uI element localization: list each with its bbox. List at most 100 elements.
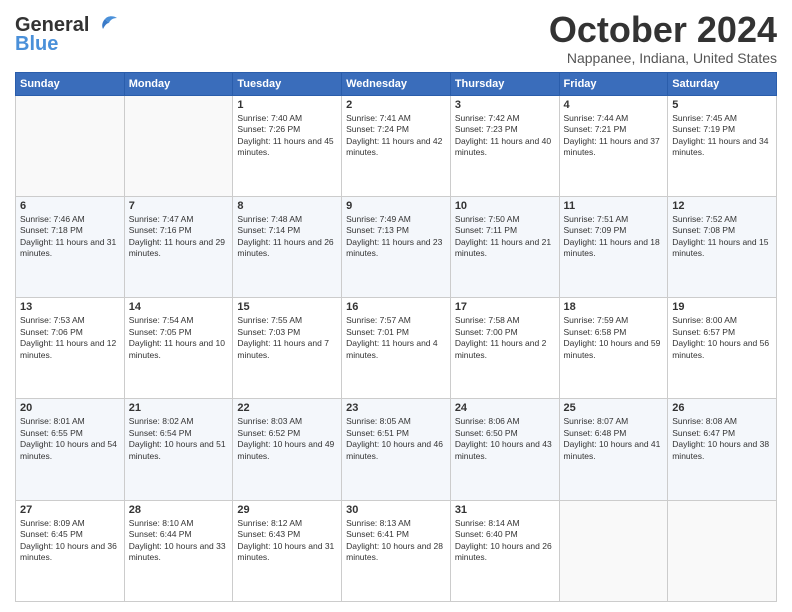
calendar-cell: 4 Sunrise: 7:44 AM Sunset: 7:21 PM Daylig… xyxy=(559,95,668,196)
day-number: 10 xyxy=(455,200,555,212)
calendar-cell: 5 Sunrise: 7:45 AM Sunset: 7:19 PM Daylig… xyxy=(668,95,777,196)
day-info: Sunrise: 7:57 AM Sunset: 7:01 PM Dayligh… xyxy=(346,315,446,361)
location: Nappanee, Indiana, United States xyxy=(549,50,777,66)
col-header-saturday: Saturday xyxy=(668,72,777,95)
day-number: 27 xyxy=(20,504,120,516)
day-info: Sunrise: 7:48 AM Sunset: 7:14 PM Dayligh… xyxy=(237,214,337,260)
day-info: Sunrise: 8:05 AM Sunset: 6:51 PM Dayligh… xyxy=(346,416,446,462)
calendar-cell: 25Sunrise: 8:07 AM Sunset: 6:48 PM Dayli… xyxy=(559,399,668,500)
day-number: 3 xyxy=(455,99,555,111)
col-header-tuesday: Tuesday xyxy=(233,72,342,95)
calendar-cell xyxy=(124,95,233,196)
day-number: 23 xyxy=(346,402,446,414)
day-number: 28 xyxy=(129,504,229,516)
day-number: 9 xyxy=(346,200,446,212)
logo-bird-icon xyxy=(91,15,119,37)
day-info: Sunrise: 7:52 AM Sunset: 7:08 PM Dayligh… xyxy=(672,214,772,260)
calendar-cell xyxy=(668,500,777,601)
calendar-week-1: 1 Sunrise: 7:40 AM Sunset: 7:26 PM Daylig… xyxy=(16,95,777,196)
logo-blue: Blue xyxy=(15,33,58,56)
day-number: 17 xyxy=(455,301,555,313)
day-info: Sunrise: 8:13 AM Sunset: 6:41 PM Dayligh… xyxy=(346,518,446,564)
calendar-cell: 14Sunrise: 7:54 AM Sunset: 7:05 PM Dayli… xyxy=(124,298,233,399)
title-section: October 2024 Nappanee, Indiana, United S… xyxy=(549,10,777,66)
calendar-cell: 20 Sunrise: 8:01 AM Sunset: 6:55 PM Dayli… xyxy=(16,399,125,500)
calendar-cell: 6Sunrise: 7:46 AM Sunset: 7:18 PM Daylig… xyxy=(16,196,125,297)
calendar-cell: 18Sunrise: 7:59 AM Sunset: 6:58 PM Dayli… xyxy=(559,298,668,399)
calendar-cell xyxy=(16,95,125,196)
day-number: 31 xyxy=(455,504,555,516)
day-info: Sunrise: 7:58 AM Sunset: 7:00 PM Dayligh… xyxy=(455,315,555,361)
day-info: Sunrise: 7:47 AM Sunset: 7:16 PM Dayligh… xyxy=(129,214,229,260)
day-info: Sunrise: 8:01 AM Sunset: 6:55 PM Dayligh… xyxy=(20,416,120,462)
day-info: Sunrise: 8:14 AM Sunset: 6:40 PM Dayligh… xyxy=(455,518,555,564)
calendar-cell: 3 Sunrise: 7:42 AM Sunset: 7:23 PM Daylig… xyxy=(450,95,559,196)
day-number: 11 xyxy=(564,200,664,212)
day-number: 22 xyxy=(237,402,337,414)
day-info: Sunrise: 7:53 AM Sunset: 7:06 PM Dayligh… xyxy=(20,315,120,361)
calendar-cell: 8 Sunrise: 7:48 AM Sunset: 7:14 PM Daylig… xyxy=(233,196,342,297)
day-number: 7 xyxy=(129,200,229,212)
calendar-week-5: 27Sunrise: 8:09 AM Sunset: 6:45 PM Dayli… xyxy=(16,500,777,601)
day-number: 25 xyxy=(564,402,664,414)
day-info: Sunrise: 7:55 AM Sunset: 7:03 PM Dayligh… xyxy=(237,315,337,361)
day-number: 15 xyxy=(237,301,337,313)
calendar-cell: 19 Sunrise: 8:00 AM Sunset: 6:57 PM Dayli… xyxy=(668,298,777,399)
day-info: Sunrise: 8:06 AM Sunset: 6:50 PM Dayligh… xyxy=(455,416,555,462)
day-number: 5 xyxy=(672,99,772,111)
day-number: 1 xyxy=(237,99,337,111)
calendar-table: SundayMondayTuesdayWednesdayThursdayFrid… xyxy=(15,72,777,602)
day-info: Sunrise: 8:12 AM Sunset: 6:43 PM Dayligh… xyxy=(237,518,337,564)
col-header-friday: Friday xyxy=(559,72,668,95)
page: General Blue October 2024 Nappanee, Indi… xyxy=(0,0,792,612)
calendar-week-2: 6Sunrise: 7:46 AM Sunset: 7:18 PM Daylig… xyxy=(16,196,777,297)
day-number: 19 xyxy=(672,301,772,313)
calendar-cell: 29 Sunrise: 8:12 AM Sunset: 6:43 PM Dayli… xyxy=(233,500,342,601)
calendar-cell: 22Sunrise: 8:03 AM Sunset: 6:52 PM Dayli… xyxy=(233,399,342,500)
day-number: 21 xyxy=(129,402,229,414)
day-info: Sunrise: 8:02 AM Sunset: 6:54 PM Dayligh… xyxy=(129,416,229,462)
day-number: 16 xyxy=(346,301,446,313)
calendar-cell: 2Sunrise: 7:41 AM Sunset: 7:24 PM Daylig… xyxy=(342,95,451,196)
calendar-cell: 9 Sunrise: 7:49 AM Sunset: 7:13 PM Daylig… xyxy=(342,196,451,297)
day-info: Sunrise: 7:41 AM Sunset: 7:24 PM Dayligh… xyxy=(346,113,446,159)
logo: General Blue xyxy=(15,14,119,56)
calendar-week-4: 20 Sunrise: 8:01 AM Sunset: 6:55 PM Dayli… xyxy=(16,399,777,500)
day-info: Sunrise: 8:10 AM Sunset: 6:44 PM Dayligh… xyxy=(129,518,229,564)
col-header-thursday: Thursday xyxy=(450,72,559,95)
day-info: Sunrise: 8:08 AM Sunset: 6:47 PM Dayligh… xyxy=(672,416,772,462)
day-info: Sunrise: 7:46 AM Sunset: 7:18 PM Dayligh… xyxy=(20,214,120,260)
day-info: Sunrise: 7:45 AM Sunset: 7:19 PM Dayligh… xyxy=(672,113,772,159)
day-number: 20 xyxy=(20,402,120,414)
col-header-sunday: Sunday xyxy=(16,72,125,95)
calendar-cell: 21 Sunrise: 8:02 AM Sunset: 6:54 PM Dayli… xyxy=(124,399,233,500)
day-number: 14 xyxy=(129,301,229,313)
day-number: 29 xyxy=(237,504,337,516)
day-number: 12 xyxy=(672,200,772,212)
calendar-cell: 7 Sunrise: 7:47 AM Sunset: 7:16 PM Daylig… xyxy=(124,196,233,297)
day-number: 13 xyxy=(20,301,120,313)
calendar-cell: 11Sunrise: 7:51 AM Sunset: 7:09 PM Dayli… xyxy=(559,196,668,297)
calendar-cell: 15 Sunrise: 7:55 AM Sunset: 7:03 PM Dayli… xyxy=(233,298,342,399)
calendar-cell: 27Sunrise: 8:09 AM Sunset: 6:45 PM Dayli… xyxy=(16,500,125,601)
calendar-cell: 16 Sunrise: 7:57 AM Sunset: 7:01 PM Dayli… xyxy=(342,298,451,399)
day-number: 24 xyxy=(455,402,555,414)
day-info: Sunrise: 7:49 AM Sunset: 7:13 PM Dayligh… xyxy=(346,214,446,260)
day-info: Sunrise: 7:59 AM Sunset: 6:58 PM Dayligh… xyxy=(564,315,664,361)
calendar-cell: 12 Sunrise: 7:52 AM Sunset: 7:08 PM Dayli… xyxy=(668,196,777,297)
col-header-monday: Monday xyxy=(124,72,233,95)
day-info: Sunrise: 7:42 AM Sunset: 7:23 PM Dayligh… xyxy=(455,113,555,159)
calendar-cell: 26 Sunrise: 8:08 AM Sunset: 6:47 PM Dayli… xyxy=(668,399,777,500)
day-info: Sunrise: 7:44 AM Sunset: 7:21 PM Dayligh… xyxy=(564,113,664,159)
day-info: Sunrise: 7:40 AM Sunset: 7:26 PM Dayligh… xyxy=(237,113,337,159)
header: General Blue October 2024 Nappanee, Indi… xyxy=(15,10,777,66)
calendar-cell: 1 Sunrise: 7:40 AM Sunset: 7:26 PM Daylig… xyxy=(233,95,342,196)
calendar-cell: 30Sunrise: 8:13 AM Sunset: 6:41 PM Dayli… xyxy=(342,500,451,601)
calendar-week-3: 13 Sunrise: 7:53 AM Sunset: 7:06 PM Dayli… xyxy=(16,298,777,399)
day-info: Sunrise: 8:00 AM Sunset: 6:57 PM Dayligh… xyxy=(672,315,772,361)
calendar-cell: 31 Sunrise: 8:14 AM Sunset: 6:40 PM Dayli… xyxy=(450,500,559,601)
calendar-cell xyxy=(559,500,668,601)
day-number: 4 xyxy=(564,99,664,111)
day-number: 26 xyxy=(672,402,772,414)
day-number: 8 xyxy=(237,200,337,212)
